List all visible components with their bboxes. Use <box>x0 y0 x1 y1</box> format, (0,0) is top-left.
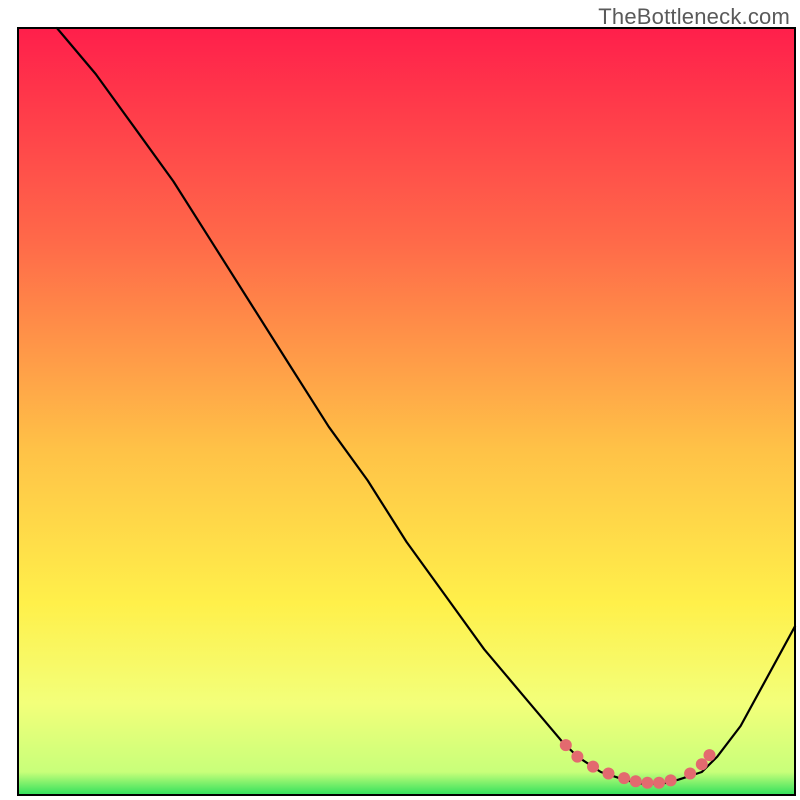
chart-stage: TheBottleneck.com <box>0 0 800 800</box>
gradient-background <box>18 28 795 795</box>
marker-dot <box>653 777 665 789</box>
marker-dot <box>603 768 615 780</box>
marker-dot <box>696 758 708 770</box>
watermark-text: TheBottleneck.com <box>598 4 790 30</box>
marker-dot <box>630 775 642 787</box>
bottleneck-chart <box>0 0 800 800</box>
marker-dot <box>587 761 599 773</box>
marker-dot <box>684 768 696 780</box>
marker-dot <box>618 772 630 784</box>
marker-dot <box>704 749 716 761</box>
marker-dot <box>560 739 572 751</box>
marker-dot <box>571 751 583 763</box>
marker-dot <box>665 774 677 786</box>
marker-dot <box>641 777 653 789</box>
